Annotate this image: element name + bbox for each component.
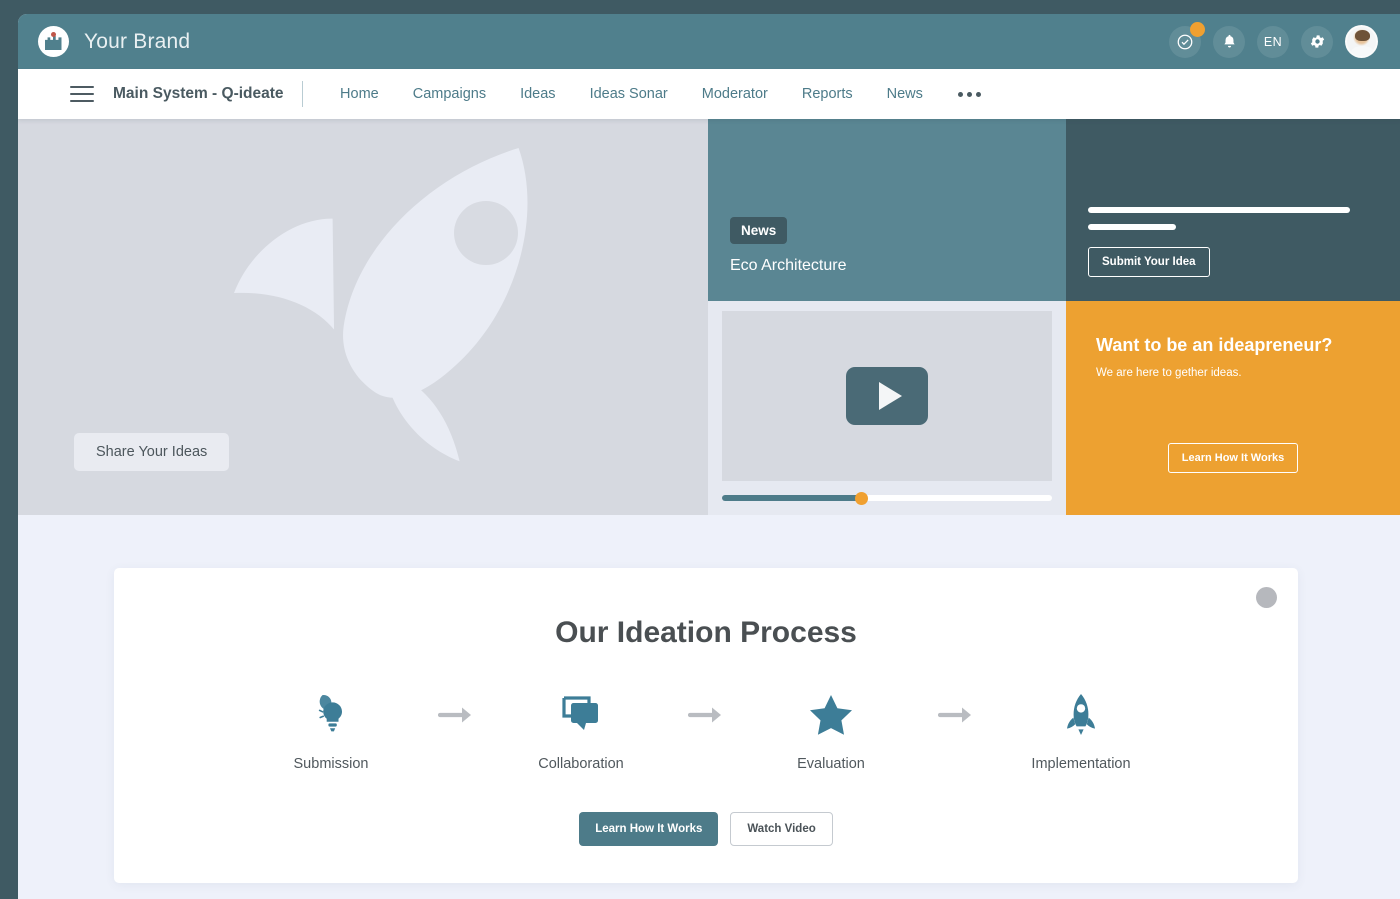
- hero-section: Share Your Ideas News Eco Architecture S…: [18, 119, 1400, 515]
- promo-subtitle: We are here to gether ideas.: [1096, 367, 1242, 379]
- promo-learn-how-it-works-button[interactable]: Learn How It Works: [1167, 443, 1299, 473]
- lightbulbs-icon: [256, 690, 406, 740]
- speech-bubbles-icon: [506, 690, 656, 740]
- app-shell: Your Brand EN Main System - Q-ideate Hom…: [18, 14, 1400, 899]
- card-actions: Learn How It Works Watch Video: [114, 812, 1298, 846]
- process-steps: Submission Collaboration Evaluation Impl…: [114, 690, 1298, 772]
- bell-icon[interactable]: [1213, 25, 1245, 58]
- nav-item-reports[interactable]: Reports: [785, 86, 870, 102]
- nav-item-news[interactable]: News: [870, 86, 940, 102]
- ideation-process-card: Our Ideation Process Submission Collabor…: [114, 568, 1298, 883]
- main-navbar: Main System - Q-ideate Home Campaigns Id…: [18, 69, 1400, 119]
- rocket-illustration: [234, 148, 528, 462]
- castle-logo-icon: [37, 26, 69, 57]
- star-icon: [756, 690, 906, 740]
- watch-video-button[interactable]: Watch Video: [730, 812, 833, 846]
- arrow-right-icon: [906, 690, 1006, 740]
- brand-logo-wrap[interactable]: [36, 25, 70, 59]
- promo-title: Want to be an ideapreneur?: [1096, 335, 1333, 355]
- share-your-ideas-button[interactable]: Share Your Ideas: [74, 433, 230, 471]
- placeholder-line-long: [1088, 207, 1350, 213]
- process-step-label: Collaboration: [538, 756, 624, 772]
- status-badge: News: [730, 217, 788, 244]
- process-step-evaluation: Evaluation: [756, 690, 906, 772]
- nav-item-home[interactable]: Home: [323, 86, 396, 102]
- check-circle-icon[interactable]: [1169, 21, 1205, 58]
- video-card: [708, 301, 1066, 515]
- nav-links: Home Campaigns Ideas Ideas Sonar Moderat…: [323, 86, 999, 102]
- nav-item-ideas[interactable]: Ideas: [503, 86, 572, 102]
- process-step-label: Evaluation: [797, 756, 865, 772]
- nav-divider: [301, 81, 304, 107]
- brand-bar: Your Brand EN: [18, 14, 1400, 69]
- video-progress-bar[interactable]: [722, 481, 1052, 515]
- lower-section: Our Ideation Process Submission Collabor…: [18, 515, 1400, 899]
- nav-item-campaigns[interactable]: Campaigns: [396, 86, 503, 102]
- progress-knob[interactable]: [854, 491, 868, 505]
- rocket-icon: [1006, 690, 1156, 740]
- process-step-submission: Submission: [256, 690, 406, 772]
- arrow-right-icon: [406, 690, 506, 740]
- play-triangle: [878, 382, 902, 410]
- avatar[interactable]: [1345, 25, 1378, 58]
- ideapreneur-promo-card: Want to be an ideapreneur? We are here t…: [1066, 301, 1400, 515]
- topbar-actions: EN: [1169, 21, 1378, 58]
- hero-middle-column: News Eco Architecture: [708, 119, 1066, 515]
- page-title: Our Ideation Process: [555, 616, 857, 649]
- gear-icon[interactable]: [1301, 25, 1333, 58]
- language-selector[interactable]: EN: [1257, 25, 1289, 58]
- notification-badge: [1190, 21, 1205, 37]
- submit-your-idea-button[interactable]: Submit Your Idea: [1088, 247, 1210, 277]
- process-step-collaboration: Collaboration: [506, 690, 656, 772]
- nav-item-moderator[interactable]: Moderator: [685, 86, 785, 102]
- arrow-right-icon: [656, 690, 756, 740]
- play-icon[interactable]: [846, 367, 928, 425]
- submit-idea-card: Submit Your Idea: [1066, 119, 1400, 301]
- ellipsis-icon[interactable]: [940, 91, 999, 97]
- brand-name: Your Brand: [84, 29, 191, 53]
- window-frame: Your Brand EN Main System - Q-ideate Hom…: [0, 0, 1400, 899]
- card-menu-dot-icon[interactable]: [1256, 587, 1277, 608]
- system-title: Main System - Q-ideate: [113, 85, 284, 102]
- hero-right-column: Submit Your Idea Want to be an ideaprene…: [1066, 119, 1400, 515]
- progress-fill: [722, 495, 861, 501]
- video-stage: [722, 311, 1052, 481]
- news-card[interactable]: News Eco Architecture: [708, 119, 1066, 301]
- process-step-label: Submission: [293, 756, 369, 772]
- nav-item-ideas-sonar[interactable]: Ideas Sonar: [573, 86, 685, 102]
- process-step-implementation: Implementation: [1006, 690, 1156, 772]
- hamburger-menu-icon[interactable]: [70, 85, 94, 103]
- hero-illustration-panel: Share Your Ideas: [18, 119, 708, 515]
- learn-how-it-works-button[interactable]: Learn How It Works: [579, 812, 719, 846]
- process-step-label: Implementation: [1031, 756, 1131, 772]
- news-title: Eco Architecture: [730, 257, 847, 274]
- placeholder-line-short: [1088, 224, 1176, 230]
